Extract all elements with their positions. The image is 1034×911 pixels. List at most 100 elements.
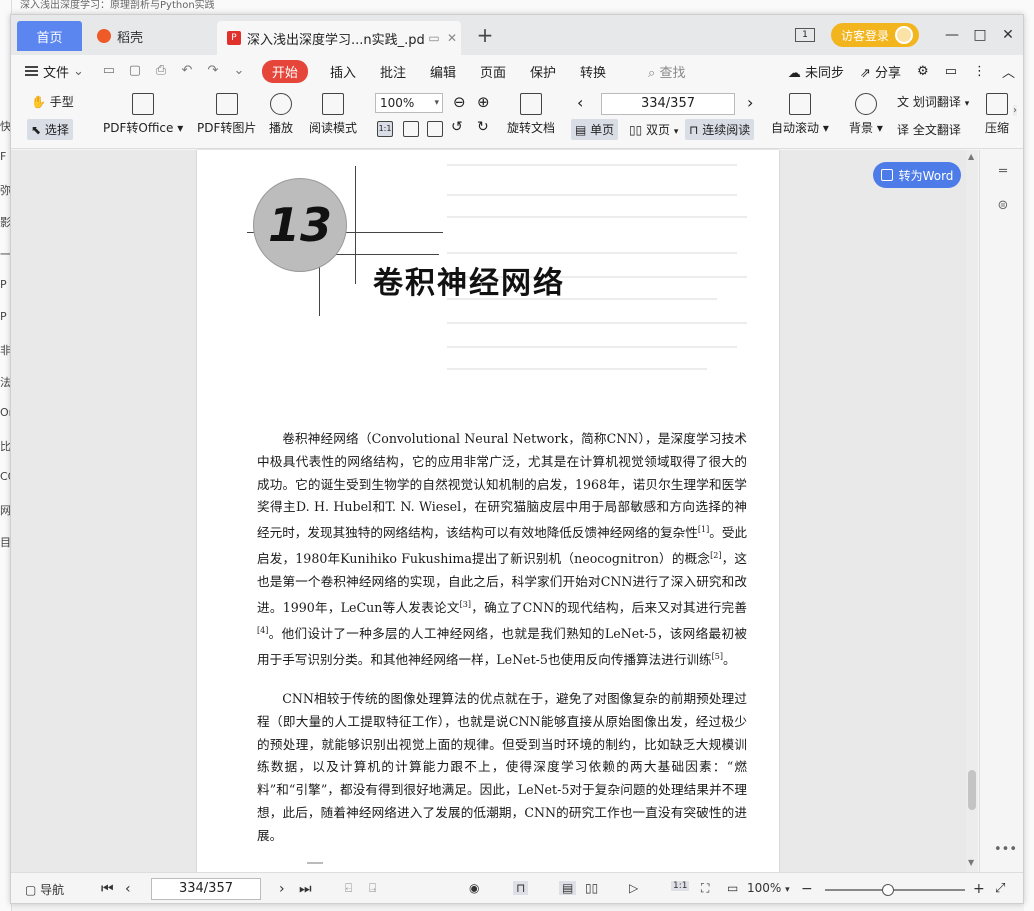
pdf-to-office-button[interactable]: PDF转Office ▾	[103, 93, 183, 136]
background-button[interactable]: 背景 ▾	[849, 93, 883, 136]
navigation-toggle[interactable]: ▢ 导航	[25, 881, 64, 898]
zoom-slider[interactable]	[825, 884, 965, 896]
prev-page-status-icon[interactable]: ‹	[125, 881, 131, 897]
fit-width-icon[interactable]	[427, 121, 443, 137]
actual-size-status-icon[interactable]: 1:1	[671, 881, 690, 891]
more-options-icon[interactable]: •••	[994, 842, 1017, 860]
panel-collapse-icon[interactable]: ═	[994, 164, 1012, 182]
close-button[interactable]: ✕	[995, 27, 1021, 43]
single-page-icon: ▤	[575, 123, 587, 137]
compress-button[interactable]: 压缩	[985, 93, 1009, 136]
forward-icon[interactable]: ⍈	[369, 881, 376, 896]
single-page-button[interactable]: ▤ 单页	[571, 119, 619, 140]
select-tool[interactable]: ⬉ 选择	[27, 119, 73, 140]
rotate-right-icon[interactable]: ↻	[477, 119, 489, 135]
word-translate-button[interactable]: 文 划词翻译 ▾	[897, 93, 969, 110]
text-recognition-icon[interactable]: ⊜	[994, 198, 1012, 216]
new-tab-button[interactable]: +	[473, 23, 497, 47]
undo-icon[interactable]: ↶	[179, 64, 195, 78]
background-fragment: P	[0, 278, 7, 291]
double-page-status-icon[interactable]: ▯▯	[585, 881, 598, 895]
rotate-doc-button[interactable]: 旋转文档	[507, 93, 555, 136]
ribbon-scroll-right-icon[interactable]: ›	[1013, 105, 1017, 116]
play-button[interactable]: 播放	[269, 93, 293, 136]
scrollbar-thumb[interactable]	[968, 770, 976, 810]
more-icon[interactable]: ⋮	[965, 64, 994, 79]
tab-popout-icon[interactable]: ▭	[425, 31, 443, 45]
to-word-button[interactable]: 转为Word	[873, 162, 961, 188]
menu-annotate[interactable]: 批注	[368, 62, 418, 81]
print-icon[interactable]: ⎙	[153, 64, 169, 78]
menu-insert[interactable]: 插入	[318, 62, 368, 81]
zoom-in-status-icon[interactable]: +	[973, 881, 985, 897]
quick-access-dropdown-icon[interactable]: ⌄	[231, 64, 247, 78]
play-label: 播放	[269, 121, 294, 135]
tab-home[interactable]: 首页	[17, 21, 82, 51]
hand-tool[interactable]: ✋ 手型	[31, 93, 74, 110]
save-icon[interactable]: ▢	[127, 64, 143, 78]
full-translate-button[interactable]: 译 全文翻译	[897, 121, 961, 138]
redo-icon[interactable]: ↷	[205, 64, 221, 78]
zoom-select[interactable]: 100% ▾	[375, 93, 443, 113]
prev-page-icon[interactable]: ‹	[577, 93, 583, 112]
double-page-button[interactable]: ▯▯ 双页 ▾	[629, 121, 678, 138]
double-page-icon: ▯▯	[629, 123, 643, 137]
fit-page-icon[interactable]	[403, 121, 419, 137]
file-menu[interactable]: 文件 ⌄	[11, 62, 96, 81]
next-page-icon[interactable]: ›	[747, 93, 753, 112]
minimize-button[interactable]: —	[939, 27, 965, 43]
continuous-read-button[interactable]: ⊓ 连续阅读	[685, 119, 755, 140]
word-icon	[880, 169, 893, 181]
settings-icon[interactable]: ⚙	[909, 64, 937, 79]
maximize-button[interactable]: □	[967, 27, 993, 43]
guest-login-button[interactable]: 访客登录	[830, 23, 919, 47]
window-switch-icon[interactable]: 1	[794, 28, 815, 42]
select-tool-label: 选择	[44, 123, 69, 137]
single-page-status-icon[interactable]: ▤	[559, 881, 577, 895]
page-number-input[interactable]: 334/357	[601, 93, 735, 115]
menu-edit[interactable]: 编辑	[418, 62, 468, 81]
first-page-icon[interactable]: ⏮	[101, 881, 114, 897]
continuous-read-icon: ⊓	[689, 123, 699, 137]
avatar-icon	[895, 26, 913, 44]
eye-protect-icon[interactable]: ◉	[469, 881, 479, 895]
vertical-scrollbar[interactable]: ▲ ▼	[966, 150, 978, 872]
share-button[interactable]: ⇗ 分享	[852, 62, 909, 81]
zoom-out-icon[interactable]: ⊖	[453, 93, 466, 111]
play-icon	[270, 93, 292, 115]
collapse-ribbon-icon[interactable]: ︿	[994, 62, 1023, 81]
fit-width-status-icon[interactable]: ▭	[727, 881, 738, 895]
play-status-icon[interactable]: ▷	[629, 881, 638, 895]
comment-icon[interactable]: ▭	[937, 64, 965, 79]
status-page-input[interactable]: 334/357	[151, 878, 261, 900]
rotate-doc-icon	[520, 93, 542, 115]
last-page-icon[interactable]: ⏭	[299, 881, 312, 897]
menu-page[interactable]: 页面	[468, 62, 518, 81]
auto-scroll-button[interactable]: 自动滚动 ▾	[771, 93, 829, 136]
fit-page-status-icon[interactable]: ⛶	[701, 881, 709, 896]
zoom-slider-knob[interactable]	[882, 884, 894, 896]
scroll-up-icon[interactable]: ▲	[968, 152, 974, 161]
actual-size-icon[interactable]: 1:1	[377, 121, 393, 137]
fullscreen-icon[interactable]: ⤢	[995, 881, 1005, 896]
menu-start[interactable]: 开始	[261, 59, 308, 83]
rotate-left-icon[interactable]: ↺	[451, 119, 463, 135]
pdf-to-image-button[interactable]: PDF转图片	[197, 93, 256, 136]
tab-daoke[interactable]: 稻壳	[89, 21, 209, 51]
open-folder-icon[interactable]: ▭	[101, 64, 117, 78]
tab-close-icon[interactable]: ✕	[443, 31, 461, 45]
zoom-in-icon[interactable]: ⊕	[477, 93, 490, 111]
next-page-status-icon[interactable]: ›	[279, 881, 285, 897]
read-mode-button[interactable]: 阅读模式	[309, 93, 357, 136]
title-bar: 首页 稻壳 P 深入浅出深度学习...n实践_.pdf ▭ ✕ + 1 访客登录…	[11, 15, 1023, 55]
tab-document[interactable]: P 深入浅出深度学习...n实践_.pdf ▭ ✕	[217, 21, 461, 55]
status-zoom-select[interactable]: 100% ▾	[747, 881, 790, 895]
scroll-down-icon[interactable]: ▼	[968, 858, 974, 867]
menu-convert[interactable]: 转换	[568, 62, 618, 81]
zoom-out-status-icon[interactable]: −	[801, 881, 813, 897]
back-icon[interactable]: ⍇	[345, 881, 352, 896]
continuous-status-icon[interactable]: ⊓	[513, 881, 529, 895]
sync-status[interactable]: ☁ 未同步	[780, 62, 852, 81]
menu-protect[interactable]: 保护	[518, 62, 568, 81]
search-button[interactable]: ⌕ 查找	[636, 62, 697, 81]
